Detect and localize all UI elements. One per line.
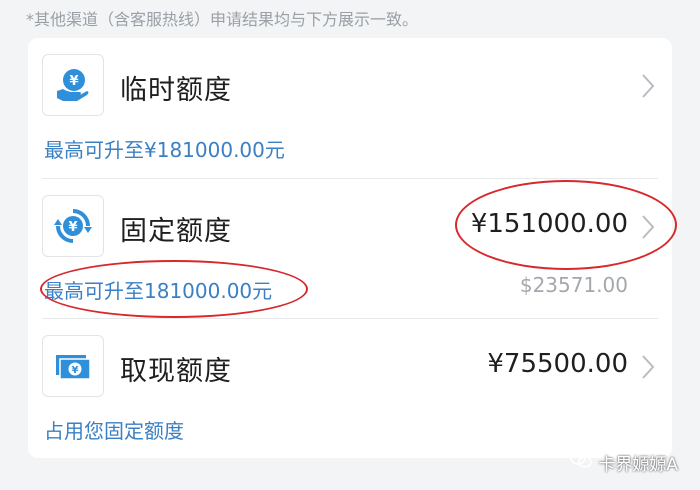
yen-banknote-icon: ¥ [42,335,104,397]
yen-cycle-icon: ¥ [42,195,104,257]
cash-limit-amount: ¥75500.00 [487,349,628,379]
yen-hand-icon: ¥ [42,54,104,116]
fixed-limit-amount: ¥151000.00 [470,209,628,239]
cash-limit-subtitle: 占用您固定额度 [44,419,184,443]
credit-limit-card: ¥ 临时额度 最高可升至¥181000.00元 ¥ 固定额度 ¥151000.0… [28,38,672,458]
fixed-limit-usd-amount: $23571.00 [519,273,628,297]
chevron-right-icon[interactable] [640,353,656,385]
cash-limit-title: 取现额度 [120,356,232,387]
cash-limit-row[interactable]: ¥ 取现额度 ¥75500.00 占用您固定额度 [28,319,672,458]
fixed-limit-row[interactable]: ¥ 固定额度 ¥151000.00 最高可升至181000.00元 $23571… [28,179,672,319]
chevron-right-icon[interactable] [640,72,656,104]
watermark: 卡界嫄嫄A [570,450,678,475]
fixed-limit-title: 固定额度 [120,216,232,247]
svg-text:¥: ¥ [68,220,77,235]
svg-text:¥: ¥ [69,74,78,89]
temporary-limit-title: 临时额度 [120,75,232,106]
notice-text: *其他渠道（含客服热线）申请结果均与下方展示一致。 [26,10,419,29]
fixed-limit-subtitle: 最高可升至181000.00元 [44,279,273,303]
chevron-right-icon[interactable] [640,213,656,245]
temporary-limit-subtitle: 最高可升至¥181000.00元 [44,138,285,162]
svg-text:¥: ¥ [72,365,79,376]
wechat-logo-icon [570,451,593,474]
temporary-limit-row[interactable]: ¥ 临时额度 最高可升至¥181000.00元 [28,38,672,179]
watermark-text: 卡界嫄嫄A [598,455,678,475]
